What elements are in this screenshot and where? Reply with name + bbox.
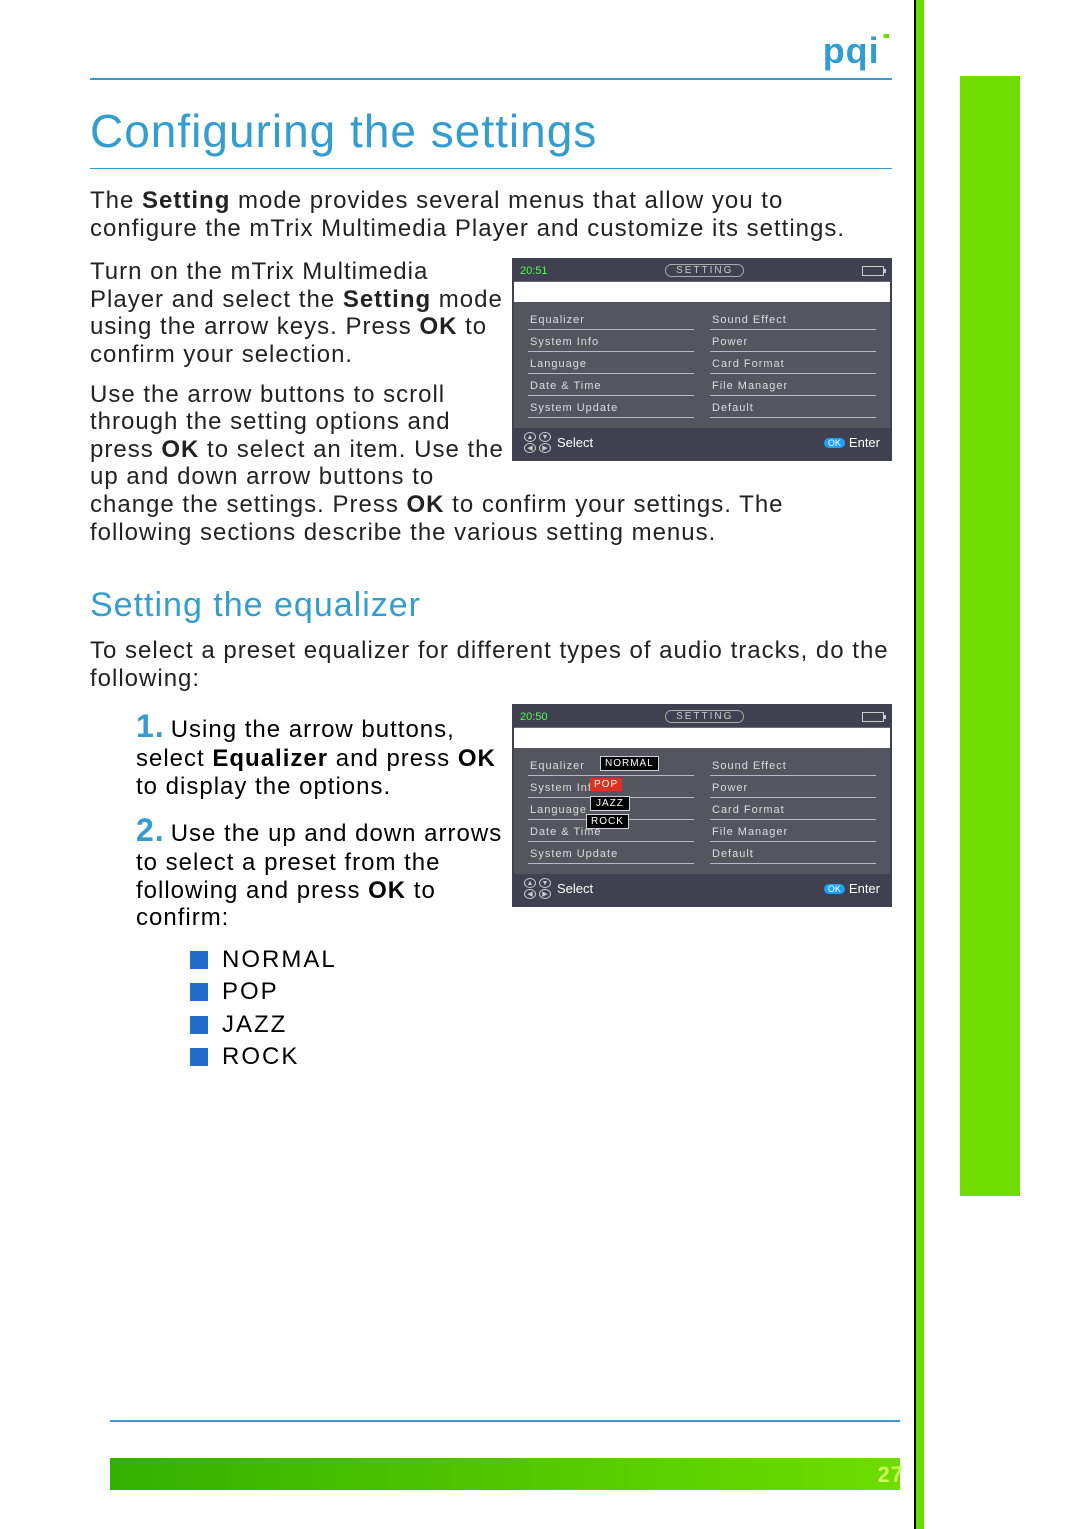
select-label: Select <box>557 435 593 450</box>
preset-bullet-list: NORMAL POP JAZZ ROCK <box>190 944 892 1074</box>
menu-item: File Manager <box>710 820 876 842</box>
step-number: 1. <box>136 708 165 744</box>
dpad-icon: ▲▼◀▶ <box>524 878 553 899</box>
menu-item: Date & Time <box>528 820 694 842</box>
preset-bullet: NORMAL <box>190 944 892 976</box>
menu-item: Card Format <box>710 352 876 374</box>
device-clock: 20:50 <box>520 711 548 723</box>
ok-icon: OK <box>824 438 845 448</box>
menu-item: Language <box>528 352 694 374</box>
page-content: pqi˙ Configuring the settings The Settin… <box>90 0 986 1073</box>
square-bullet-icon <box>190 1048 208 1066</box>
menu-item: Equalizer NORMAL <box>528 754 694 776</box>
page-title: Configuring the settings <box>90 104 986 158</box>
menu-item: System Info <box>528 330 694 352</box>
device-screenshot-settings: 20:51 SETTING Equalizer Sound Effect Sys… <box>512 258 892 461</box>
preset-bullet: JAZZ <box>190 1009 892 1041</box>
device-menu-grid: Equalizer NORMAL Sound Effect System Inf… <box>514 748 890 874</box>
device-titlebar: 20:50 SETTING <box>514 706 890 728</box>
footer-bar <box>110 1458 900 1490</box>
eq-steps-block: 20:50 SETTING Equalizer NORMAL Sound Eff… <box>90 708 892 1073</box>
menu-item: Default <box>710 396 876 418</box>
sidebar-divider <box>914 0 924 1420</box>
preset-option: NORMAL <box>600 756 659 771</box>
battery-icon <box>862 266 884 276</box>
page-footer: 27 <box>0 1420 1080 1529</box>
device-mode-badge: SETTING <box>665 264 744 277</box>
menu-item: Equalizer <box>528 308 694 330</box>
menu-item: System Info POP <box>528 776 694 798</box>
top-rule <box>90 78 892 80</box>
battery-icon <box>862 712 884 722</box>
title-underline <box>90 168 892 169</box>
preset-bullet: POP <box>190 976 892 1008</box>
device-white-strip <box>514 282 890 302</box>
menu-item: Language JAZZ ROCK <box>528 798 694 820</box>
menu-item: Date & Time <box>528 374 694 396</box>
sidebar-green-strip <box>960 76 1020 1196</box>
square-bullet-icon <box>190 1016 208 1034</box>
square-bullet-icon <box>190 983 208 1001</box>
menu-item: Power <box>710 330 876 352</box>
menu-item: Sound Effect <box>710 308 876 330</box>
device-footer: ▲▼◀▶ Select OK Enter <box>514 874 890 905</box>
dpad-icon: ▲▼◀▶ <box>524 432 553 453</box>
page-number: 27 <box>878 1462 904 1488</box>
ok-icon: OK <box>824 884 845 894</box>
menu-item: Sound Effect <box>710 754 876 776</box>
menu-item: File Manager <box>710 374 876 396</box>
enter-label: Enter <box>849 435 880 450</box>
brand-logo: pqi˙ <box>823 28 894 73</box>
intro-paragraph: The Setting mode provides several menus … <box>90 187 892 242</box>
eq-intro-paragraph: To select a preset equalizer for differe… <box>90 637 892 692</box>
footer-sidebar-divider <box>914 1420 924 1529</box>
preset-option: JAZZ <box>590 796 630 811</box>
select-label: Select <box>557 881 593 896</box>
preset-option-selected: POP <box>590 778 622 791</box>
preset-bullet: ROCK <box>190 1041 892 1073</box>
menu-item: System Update <box>528 842 694 864</box>
device-titlebar: 20:51 SETTING <box>514 260 890 282</box>
device-clock: 20:51 <box>520 265 548 277</box>
menu-item: Default <box>710 842 876 864</box>
block-turn-on: 20:51 SETTING Equalizer Sound Effect Sys… <box>90 258 892 562</box>
menu-item: Card Format <box>710 798 876 820</box>
device-white-strip <box>514 728 890 748</box>
step-number: 2. <box>136 812 165 848</box>
device-footer: ▲▼◀▶ Select OK Enter <box>514 428 890 459</box>
device-mode-badge: SETTING <box>665 710 744 723</box>
menu-item: Power <box>710 776 876 798</box>
menu-item: System Update <box>528 396 694 418</box>
device-menu-grid: Equalizer Sound Effect System Info Power… <box>514 302 890 428</box>
subsection-title: Setting the equalizer <box>90 586 986 625</box>
enter-label: Enter <box>849 881 880 896</box>
square-bullet-icon <box>190 951 208 969</box>
device-screenshot-equalizer: 20:50 SETTING Equalizer NORMAL Sound Eff… <box>512 704 892 907</box>
footer-rule <box>110 1420 900 1422</box>
